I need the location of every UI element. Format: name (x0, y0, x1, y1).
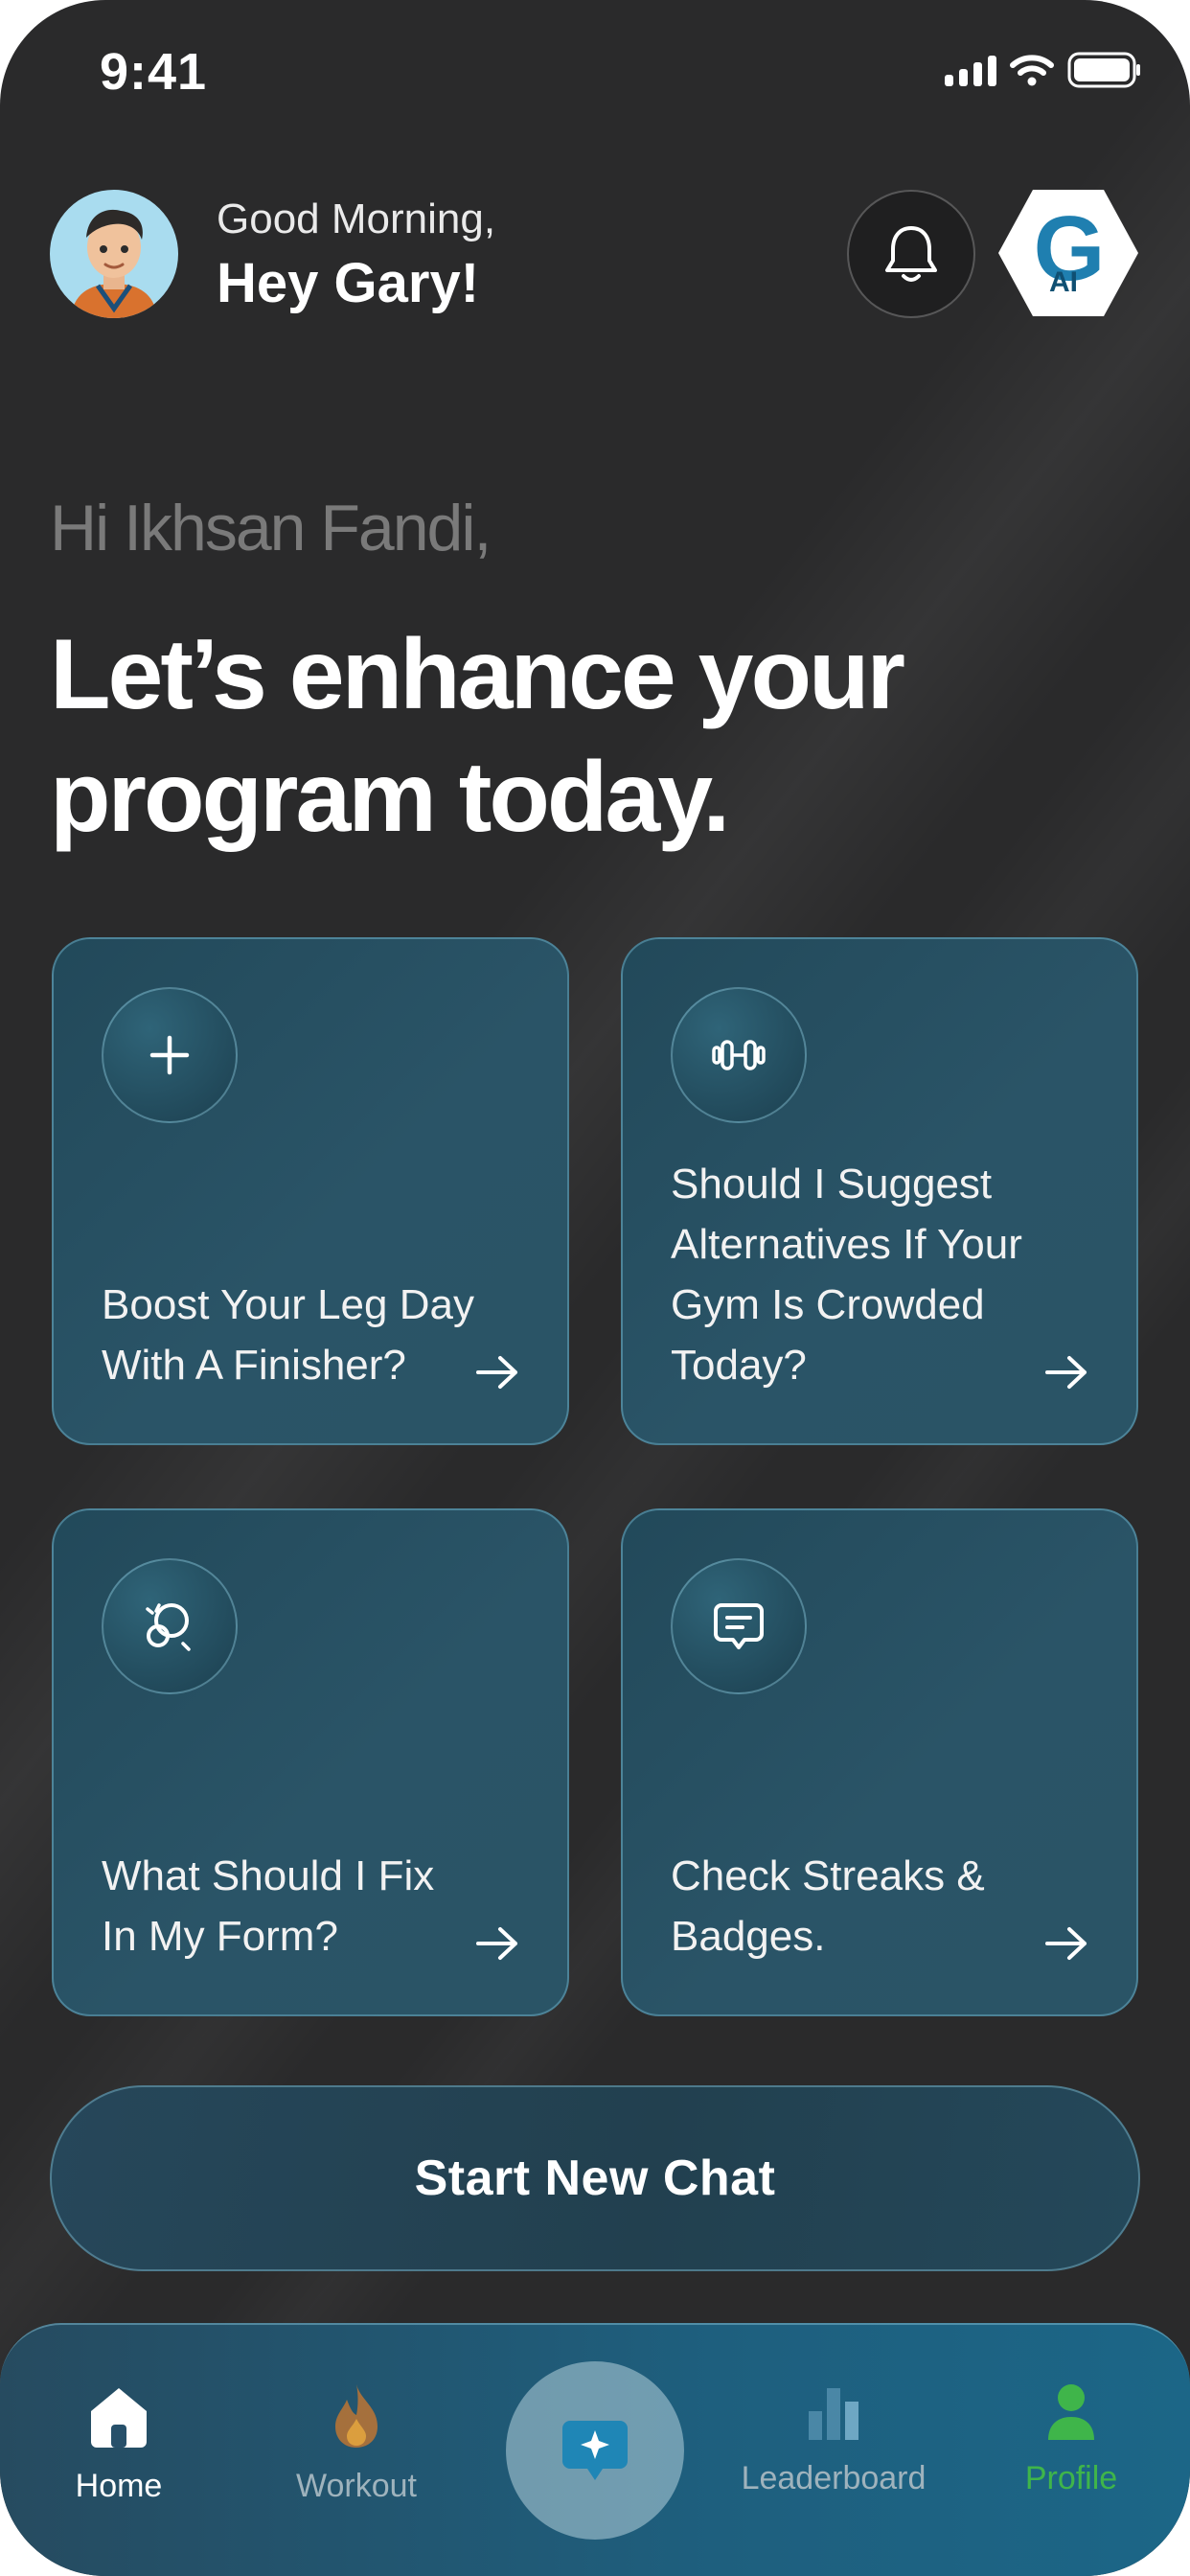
flame-icon (335, 2384, 378, 2448)
home-icon (91, 2388, 147, 2448)
nav-label: Leaderboard (741, 2460, 927, 2496)
user-name-text: Hey Gary! (217, 252, 480, 314)
card-text: Should I Suggest Alternatives If Your Gy… (671, 1161, 1022, 1389)
card-text: Boost Your Leg Day With A Finisher? (102, 1281, 474, 1389)
sparkle-chat-icon (562, 2421, 628, 2480)
card-icon-circle (102, 987, 238, 1123)
arrow-right-icon (476, 1927, 517, 1960)
card-icon-circle (671, 987, 807, 1123)
prompt-card-streaks[interactable]: Check Streaks & Badges. (621, 1508, 1138, 2016)
prompt-card-gym-crowded[interactable]: Should I Suggest Alternatives If Your Gy… (621, 937, 1138, 1445)
logo-sub: AI (1049, 266, 1078, 298)
arrow-right-icon (1045, 1356, 1087, 1389)
nav-label: Workout (296, 2468, 417, 2504)
user-icon (1048, 2384, 1094, 2440)
arrow-right-icon (1045, 1927, 1087, 1960)
start-new-chat-button[interactable]: Start New Chat (50, 2085, 1140, 2271)
bottom-nav: Home Workout Leaderboard Profile (0, 2323, 1190, 2576)
app-screen: 9:41 Good Morning, Hey Gary! G AI Hi Ikh… (0, 0, 1190, 2576)
avatar[interactable] (50, 190, 178, 318)
ai-chat-button[interactable] (506, 2361, 684, 2540)
dumbbell-icon (712, 1040, 766, 1070)
status-icons (945, 52, 1142, 88)
card-icon-circle (102, 1558, 238, 1694)
nav-item-leaderboard[interactable]: Leaderboard (738, 2382, 929, 2497)
nav-label: Home (75, 2468, 163, 2504)
arrow-right-icon (476, 1356, 517, 1389)
card-text: What Should I Fix In My Form? (102, 1852, 435, 1960)
battery-icon (1067, 52, 1142, 88)
notification-button[interactable] (847, 190, 975, 318)
app-logo[interactable]: G AI (996, 186, 1140, 320)
greeting-text: Good Morning, (217, 196, 496, 242)
chat-icon (714, 1603, 764, 1649)
form-check-icon (146, 1603, 191, 1651)
bar-chart-icon (809, 2388, 858, 2440)
card-text: Check Streaks & Badges. (671, 1852, 985, 1960)
bell-icon (885, 226, 937, 282)
status-time: 9:41 (100, 43, 208, 101)
nav-label: Profile (1024, 2460, 1118, 2496)
wifi-icon (1010, 54, 1054, 86)
card-icon-circle (671, 1558, 807, 1694)
prompt-card-form[interactable]: What Should I Fix In My Form? (52, 1508, 569, 2016)
prompt-card-leg-day[interactable]: Boost Your Leg Day With A Finisher? (52, 937, 569, 1445)
plus-icon (149, 1035, 190, 1075)
hero-headline: Let’s enhance your program today. (50, 619, 905, 853)
nav-item-profile[interactable]: Profile (975, 2382, 1167, 2497)
nav-item-workout[interactable]: Workout (261, 2382, 452, 2505)
cellular-signal-icon (945, 54, 996, 86)
nav-item-home[interactable]: Home (23, 2382, 215, 2505)
hero-greeting: Hi Ikhsan Fandi, (50, 492, 492, 564)
